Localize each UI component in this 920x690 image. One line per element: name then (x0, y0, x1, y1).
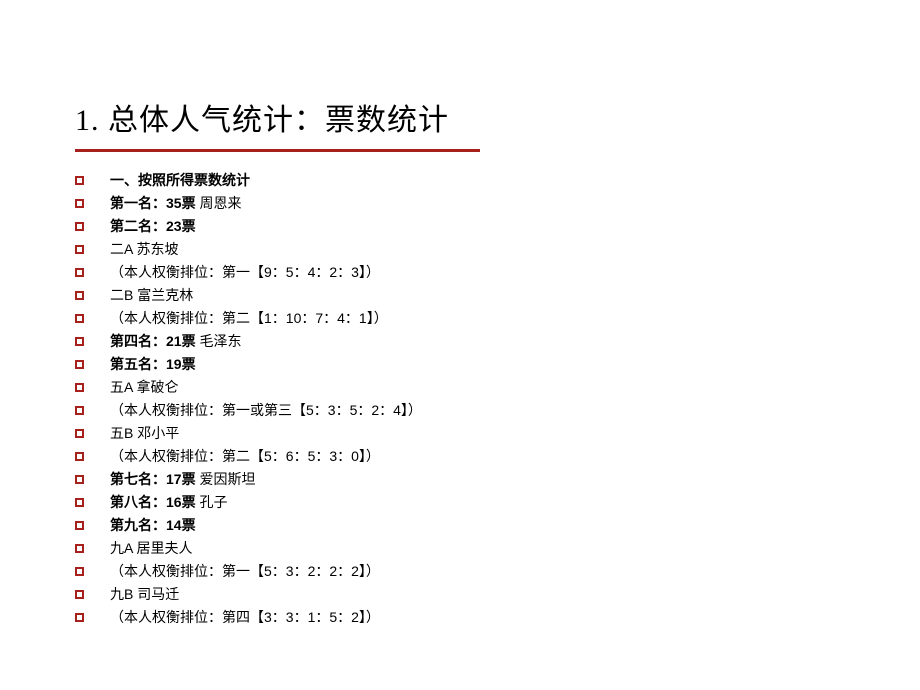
list-item-normal: （本人权衡排位：第一【9：5：4：2：3】） (110, 264, 380, 280)
title-area: 1. 总体人气统计：票数统计 (0, 0, 920, 152)
list-item-bold: 第五名：19票 (110, 356, 196, 372)
list-item-normal: （本人权衡排位：第一【5：3：2：2：2】） (110, 563, 380, 579)
content-area: 一、按照所得票数统计第一名：35票 周恩来第二名：23票二A 苏东坡（本人权衡排… (0, 152, 920, 628)
bullet-square-icon (75, 567, 84, 576)
bullet-square-icon (75, 360, 84, 369)
list-item-bold: 第四名：21票 (110, 333, 199, 349)
list-item-normal: 九B 司马迁 (110, 586, 179, 602)
list-item-bold: 第八名：16票 (110, 494, 199, 510)
list-item: 第五名：19票 (75, 354, 845, 375)
list-item-bold: 第一名：35票 (110, 195, 199, 211)
list-item-text: 第五名：19票 (110, 354, 196, 375)
list-item-bold: 第七名：17票 (110, 471, 199, 487)
list-item: （本人权衡排位：第二【5：6：5：3：0】） (75, 446, 845, 467)
bullet-square-icon (75, 521, 84, 530)
bullet-square-icon (75, 383, 84, 392)
list-item-normal: 爱因斯坦 (199, 471, 255, 487)
list-item-normal: （本人权衡排位：第一或第三【5：3：5：2：4】） (110, 402, 422, 418)
list-item: 第二名：23票 (75, 216, 845, 237)
list-item: （本人权衡排位：第一【9：5：4：2：3】） (75, 262, 845, 283)
slide-title: 1. 总体人气统计：票数统计 (75, 95, 845, 139)
bullet-square-icon (75, 245, 84, 254)
list-item-text: 第八名：16票 孔子 (110, 492, 227, 513)
bullet-square-icon (75, 199, 84, 208)
bullet-square-icon (75, 406, 84, 415)
list-item-text: 二B 富兰克林 (110, 285, 193, 306)
list-item: 五A 拿破仑 (75, 377, 845, 398)
list-item-normal: 毛泽东 (199, 333, 241, 349)
list-item-text: 九B 司马迁 (110, 584, 179, 605)
list-item-text: 第七名：17票 爱因斯坦 (110, 469, 255, 490)
bullet-square-icon (75, 498, 84, 507)
list-item-text: （本人权衡排位：第二【5：6：5：3：0】） (110, 446, 380, 467)
list-item: （本人权衡排位：第二【1：10：7：4：1】） (75, 308, 845, 329)
bullet-square-icon (75, 613, 84, 622)
bullet-square-icon (75, 176, 84, 185)
list-item-bold: 第九名：14票 (110, 517, 196, 533)
list-item-normal: 孔子 (199, 494, 227, 510)
bullet-square-icon (75, 590, 84, 599)
list-item: 第九名：14票 (75, 515, 845, 536)
bullet-square-icon (75, 222, 84, 231)
list-item: 九B 司马迁 (75, 584, 845, 605)
list-item-normal: 五B 邓小平 (110, 425, 179, 441)
bullet-square-icon (75, 544, 84, 553)
bullet-square-icon (75, 291, 84, 300)
list-item: （本人权衡排位：第一【5：3：2：2：2】） (75, 561, 845, 582)
list-item: 第一名：35票 周恩来 (75, 193, 845, 214)
list-item: （本人权衡排位：第一或第三【5：3：5：2：4】） (75, 400, 845, 421)
list-item-text: （本人权衡排位：第一【5：3：2：2：2】） (110, 561, 380, 582)
list-item-text: 五A 拿破仑 (110, 377, 178, 398)
list-item-text: 九A 居里夫人 (110, 538, 192, 559)
list-item-normal: 周恩来 (199, 195, 241, 211)
list-item-normal: 九A 居里夫人 (110, 540, 192, 556)
bullet-square-icon (75, 268, 84, 277)
list-item-normal: （本人权衡排位：第二【1：10：7：4：1】） (110, 310, 388, 326)
list-item-text: 五B 邓小平 (110, 423, 179, 444)
list-item: 第四名：21票 毛泽东 (75, 331, 845, 352)
list-item-text: 第九名：14票 (110, 515, 196, 536)
list-item-text: （本人权衡排位：第四【3：3：1：5：2】） (110, 607, 380, 628)
list-item-text: 第二名：23票 (110, 216, 196, 237)
list-item: 第八名：16票 孔子 (75, 492, 845, 513)
bullet-square-icon (75, 429, 84, 438)
list-item: 二B 富兰克林 (75, 285, 845, 306)
list-item: 第七名：17票 爱因斯坦 (75, 469, 845, 490)
list-item-text: （本人权衡排位：第二【1：10：7：4：1】） (110, 308, 388, 329)
bullet-square-icon (75, 475, 84, 484)
bullet-square-icon (75, 337, 84, 346)
list-item-text: 二A 苏东坡 (110, 239, 178, 260)
list-item-normal: 二A 苏东坡 (110, 241, 178, 257)
list-item: 二A 苏东坡 (75, 239, 845, 260)
list-item-normal: （本人权衡排位：第四【3：3：1：5：2】） (110, 609, 380, 625)
list-item: 九A 居里夫人 (75, 538, 845, 559)
list-item-text: （本人权衡排位：第一或第三【5：3：5：2：4】） (110, 400, 422, 421)
list-item-bold: 一、按照所得票数统计 (110, 172, 250, 188)
list-item-bold: 第二名：23票 (110, 218, 196, 234)
list-item: 五B 邓小平 (75, 423, 845, 444)
list-item-text: 第一名：35票 周恩来 (110, 193, 241, 214)
list-item: 一、按照所得票数统计 (75, 170, 845, 191)
bullet-square-icon (75, 452, 84, 461)
list-item-normal: 五A 拿破仑 (110, 379, 178, 395)
bullet-square-icon (75, 314, 84, 323)
list-item: （本人权衡排位：第四【3：3：1：5：2】） (75, 607, 845, 628)
list-item-text: （本人权衡排位：第一【9：5：4：2：3】） (110, 262, 380, 283)
list-item-text: 第四名：21票 毛泽东 (110, 331, 241, 352)
list-item-text: 一、按照所得票数统计 (110, 170, 250, 191)
slide: 1. 总体人气统计：票数统计 一、按照所得票数统计第一名：35票 周恩来第二名：… (0, 0, 920, 690)
list-item-normal: （本人权衡排位：第二【5：6：5：3：0】） (110, 448, 380, 464)
list-item-normal: 二B 富兰克林 (110, 287, 193, 303)
